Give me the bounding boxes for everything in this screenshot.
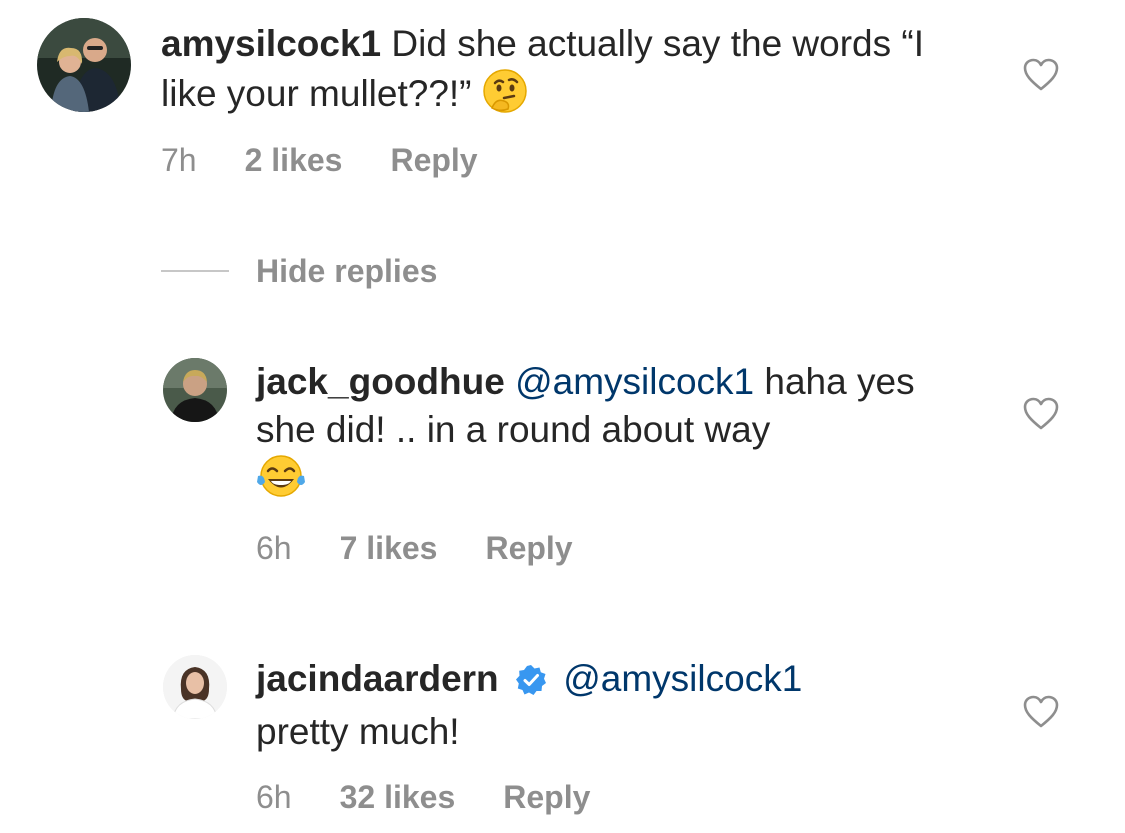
couple-photo-icon bbox=[37, 18, 131, 112]
reply-mention-link[interactable]: @amysilcock1 bbox=[515, 361, 754, 402]
comment-likes[interactable]: 2 likes bbox=[245, 142, 343, 178]
heart-icon[interactable] bbox=[1023, 58, 1059, 92]
divider-line bbox=[161, 270, 229, 272]
reply-meta: 6h 32 likes Reply bbox=[256, 777, 638, 817]
avatar-amysilcock1[interactable] bbox=[37, 18, 131, 112]
tears-of-joy-icon bbox=[256, 454, 306, 512]
comment-username[interactable]: amysilcock1 bbox=[161, 23, 381, 64]
woman-photo-icon bbox=[163, 655, 227, 719]
reply-button[interactable]: Reply bbox=[485, 530, 572, 566]
comment-meta: 7h 2 likes Reply bbox=[161, 140, 526, 180]
man-photo-icon bbox=[163, 358, 227, 422]
reply-username[interactable]: jacindaardern bbox=[256, 658, 499, 699]
hide-replies-button[interactable]: Hide replies bbox=[161, 249, 437, 293]
verified-badge-icon bbox=[515, 660, 547, 708]
reply-time: 6h bbox=[256, 530, 292, 566]
reply-likes[interactable]: 32 likes bbox=[340, 779, 456, 815]
comment-body: amysilcock1 Did she actually say the wor… bbox=[161, 20, 981, 126]
avatar-jack-goodhue[interactable] bbox=[163, 358, 227, 422]
reply-username[interactable]: jack_goodhue bbox=[256, 361, 505, 402]
reply-body: jack_goodhue @amysilcock1 haha yes she d… bbox=[256, 358, 956, 512]
hide-replies-label: Hide replies bbox=[256, 252, 438, 289]
reply-body: jacindaardern @amysilcock1 pretty much! bbox=[256, 655, 956, 756]
heart-icon[interactable] bbox=[1023, 397, 1059, 431]
heart-icon[interactable] bbox=[1023, 695, 1059, 729]
reply-button[interactable]: Reply bbox=[503, 779, 590, 815]
avatar-jacindaardern[interactable] bbox=[163, 655, 227, 719]
reply-likes[interactable]: 7 likes bbox=[340, 530, 438, 566]
reply-mention-link[interactable]: @amysilcock1 bbox=[563, 658, 802, 699]
reply-meta: 6h 7 likes Reply bbox=[256, 528, 621, 568]
comment-time: 7h bbox=[161, 142, 197, 178]
reply-button[interactable]: Reply bbox=[390, 142, 477, 178]
reply-text: pretty much! bbox=[256, 711, 460, 752]
reply-time: 6h bbox=[256, 779, 292, 815]
thinking-face-icon bbox=[482, 68, 528, 126]
